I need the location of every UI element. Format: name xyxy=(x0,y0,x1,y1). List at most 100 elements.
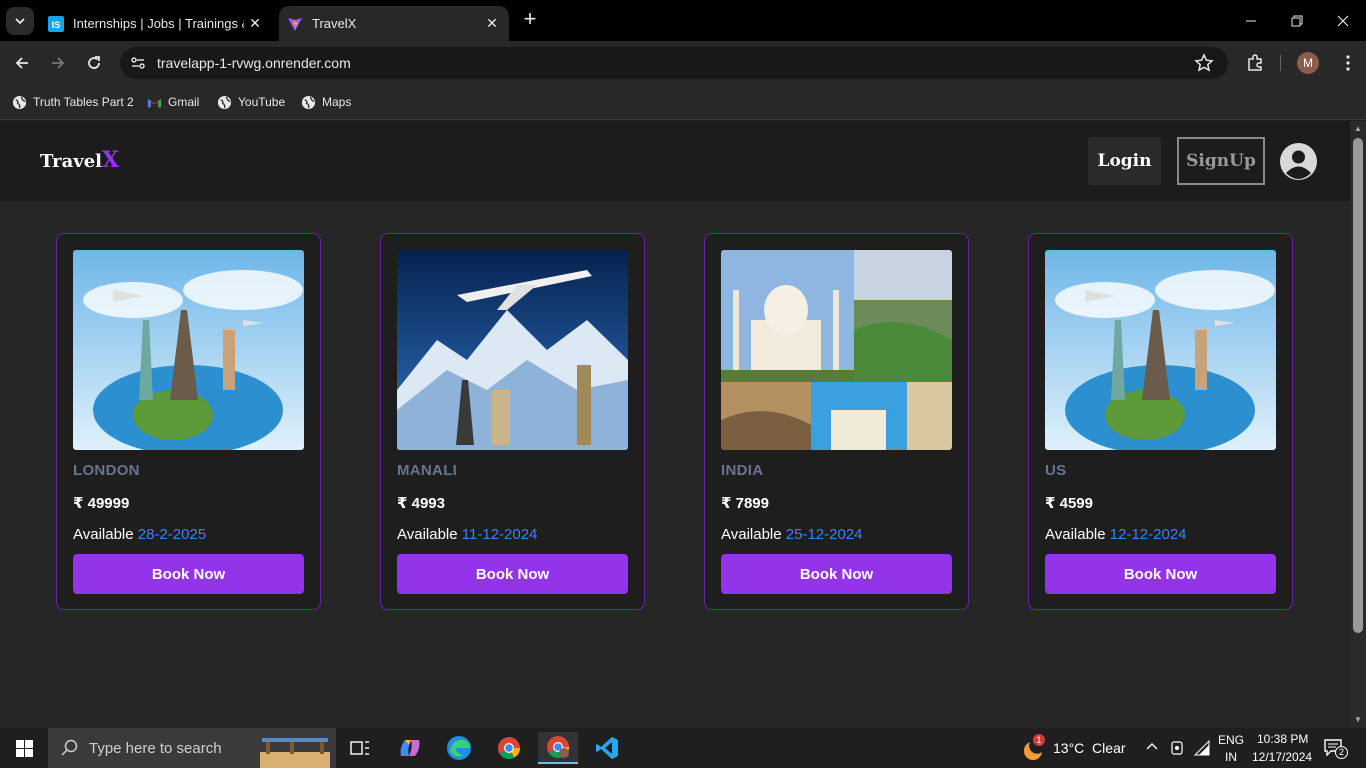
travelx-page: TravelX Login SignUp LONDON ₹ 49999 Avai… xyxy=(0,121,1350,728)
destination-price: ₹ 4599 xyxy=(1045,495,1093,512)
availability-label: Available xyxy=(721,526,782,543)
destination-price: ₹ 4993 xyxy=(397,495,445,512)
availability: Available 11-12-2024 xyxy=(397,526,537,543)
scroll-up-icon[interactable]: ▲ xyxy=(1353,124,1363,134)
user-avatar-icon[interactable] xyxy=(1280,143,1317,180)
address-bar[interactable]: travelapp-1-rvwg.onrender.com xyxy=(120,47,1228,79)
back-button[interactable] xyxy=(8,49,36,77)
wifi-icon xyxy=(1193,739,1210,756)
menu-button[interactable] xyxy=(1334,49,1362,77)
bookmark-truth-tables[interactable]: Truth Tables Part 2 xyxy=(12,92,134,112)
bookmark-label: YouTube xyxy=(238,95,286,109)
availability: Available 12-12-2024 xyxy=(1045,526,1187,543)
weather-text[interactable]: 13°C Clear xyxy=(1053,740,1126,756)
puzzle-icon xyxy=(1248,54,1262,71)
tray-network[interactable] xyxy=(1193,739,1210,761)
search-icon xyxy=(61,739,78,756)
globe-icon xyxy=(301,95,316,109)
copilot-icon xyxy=(400,740,420,756)
tab-title: Internships | Jobs | Trainings & I xyxy=(73,16,244,31)
tab-search-button[interactable] xyxy=(6,7,34,35)
bookmarks-bar: Truth Tables Part 2 Gmail YouTube Maps xyxy=(0,85,1366,120)
minimize-icon xyxy=(1246,20,1256,21)
profile-avatar[interactable]: M xyxy=(1297,52,1319,74)
gmail-icon xyxy=(147,98,162,107)
taskbar-chrome-profile-active[interactable] xyxy=(538,732,578,764)
site-settings-icon[interactable] xyxy=(129,54,147,72)
forward-button[interactable] xyxy=(44,49,72,77)
bookmark-star-icon[interactable] xyxy=(1194,53,1214,73)
site-logo[interactable]: TravelX xyxy=(40,147,119,173)
tab-title: TravelX xyxy=(312,16,357,31)
close-icon[interactable]: ✕ xyxy=(481,13,503,35)
task-view-icon xyxy=(350,741,369,755)
availability: Available 28-2-2025 xyxy=(73,526,206,543)
tray-overflow[interactable] xyxy=(1145,740,1159,759)
globe-icon xyxy=(12,95,27,109)
availability-label: Available xyxy=(73,526,134,543)
search-placeholder: Type here to search xyxy=(89,739,222,757)
close-window-button[interactable] xyxy=(1320,0,1366,41)
destination-city: MANALI xyxy=(397,462,458,479)
tab-travelx[interactable]: TravelX ✕ xyxy=(279,6,509,41)
close-icon xyxy=(1337,15,1349,26)
page-scrollbar[interactable]: ▲ ▼ xyxy=(1350,121,1366,728)
notification-center[interactable]: 2 xyxy=(1323,738,1348,759)
scroll-down-icon[interactable]: ▼ xyxy=(1353,715,1363,725)
windows-icon xyxy=(15,739,33,757)
globe-icon xyxy=(217,95,232,109)
book-now-button[interactable]: Book Now xyxy=(721,554,952,594)
bookmark-youtube[interactable]: YouTube xyxy=(217,92,285,112)
reload-button[interactable] xyxy=(80,49,108,77)
arrow-right-icon xyxy=(52,57,65,69)
destination-city: INDIA xyxy=(721,462,764,479)
availability-date: 11-12-2024 xyxy=(461,526,538,543)
search-highlight-image-icon xyxy=(260,738,330,768)
restore-button[interactable] xyxy=(1274,0,1320,41)
language-top[interactable]: ENG xyxy=(1218,733,1244,747)
bookmark-gmail[interactable]: Gmail xyxy=(147,92,199,112)
tray-meet-now[interactable] xyxy=(1170,740,1184,761)
taskbar-search[interactable]: Type here to search xyxy=(48,728,336,768)
reload-icon xyxy=(88,56,100,69)
taskbar-edge[interactable] xyxy=(439,732,479,764)
destination-image xyxy=(73,250,304,450)
extensions-button[interactable] xyxy=(1241,49,1269,77)
clock-time[interactable]: 10:38 PM xyxy=(1257,732,1308,746)
clock-date[interactable]: 12/17/2024 xyxy=(1252,750,1312,764)
chevron-down-icon xyxy=(15,18,25,25)
start-button[interactable] xyxy=(0,728,48,768)
browser-toolbar: travelapp-1-rvwg.onrender.com M xyxy=(0,41,1366,85)
language-bottom[interactable]: IN xyxy=(1225,750,1237,764)
taskbar-chrome[interactable] xyxy=(489,732,529,764)
bookmark-label: Gmail xyxy=(168,95,200,109)
destination-image xyxy=(721,250,952,450)
destination-city: LONDON xyxy=(73,462,140,479)
notification-count: 2 xyxy=(1335,746,1348,759)
availability-label: Available xyxy=(397,526,458,543)
destination-price: ₹ 7899 xyxy=(721,495,769,512)
book-now-button[interactable]: Book Now xyxy=(73,554,304,594)
brand-accent: X xyxy=(101,147,120,173)
availability-date: 25-12-2024 xyxy=(785,526,863,543)
bookmark-maps[interactable]: Maps xyxy=(301,92,351,112)
bookmark-label: Maps xyxy=(322,95,352,109)
login-button[interactable]: Login xyxy=(1088,137,1161,185)
weather-widget[interactable]: 1 xyxy=(1020,734,1046,761)
brand-text: Travel xyxy=(40,151,102,172)
restore-icon xyxy=(1291,15,1303,26)
scrollbar-thumb[interactable] xyxy=(1353,138,1363,633)
book-now-button[interactable]: Book Now xyxy=(397,554,628,594)
taskbar-copilot[interactable] xyxy=(390,732,430,764)
minimize-button[interactable] xyxy=(1228,0,1274,41)
taskbar-vscode[interactable] xyxy=(587,732,627,764)
book-now-button[interactable]: Book Now xyxy=(1045,554,1276,594)
close-icon[interactable]: ✕ xyxy=(244,13,266,35)
task-view-button[interactable] xyxy=(340,732,380,764)
svg-text:IS: IS xyxy=(52,20,61,30)
destination-image xyxy=(1045,250,1276,450)
new-tab-button[interactable]: + xyxy=(518,8,542,32)
chrome-icon xyxy=(498,737,520,759)
tab-internshala[interactable]: IS Internships | Jobs | Trainings & I ✕ xyxy=(40,6,272,41)
signup-button[interactable]: SignUp xyxy=(1177,137,1265,185)
